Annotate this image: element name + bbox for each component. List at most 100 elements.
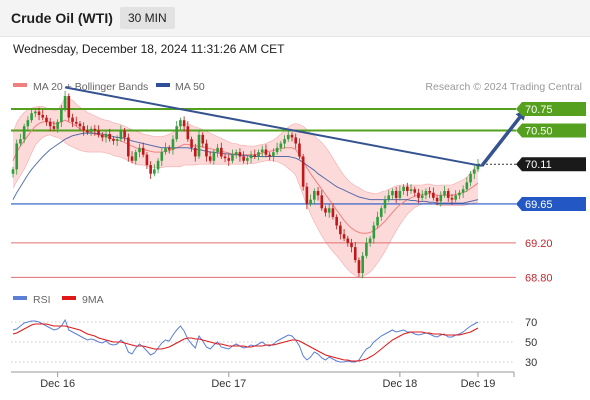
candle-body — [74, 121, 78, 124]
candle-body — [167, 147, 171, 150]
candle-body — [67, 96, 71, 118]
candle-body — [82, 126, 85, 131]
candle-body — [346, 238, 350, 243]
candle-body — [41, 115, 45, 118]
candle-body — [402, 186, 405, 191]
chart-credit: Research © 2024 Trading Central — [425, 81, 582, 93]
candle-body — [242, 156, 245, 161]
current-price-label: 70.11 — [525, 159, 552, 171]
candle-body — [309, 199, 312, 204]
legend-label-9ma: 9MA — [82, 294, 104, 306]
candle-body — [461, 189, 465, 193]
candle-body — [97, 130, 100, 135]
candle-body — [253, 154, 257, 157]
candle-body — [286, 134, 290, 140]
candle-body — [305, 186, 309, 204]
candle-body — [424, 191, 428, 196]
candle-body — [391, 191, 394, 196]
level-label-68.80: 68.80 — [525, 272, 553, 284]
candle-body — [145, 154, 149, 166]
candle-body — [458, 192, 461, 196]
candle-body — [279, 143, 283, 148]
candle-body — [387, 195, 391, 200]
candle-body — [231, 154, 234, 161]
rsi-line — [12, 318, 479, 363]
legend-swatch-rsi — [13, 296, 27, 300]
candle-body — [208, 156, 212, 161]
rsi-tick-70: 70 — [525, 317, 537, 329]
candle-body — [171, 139, 175, 150]
candle-body — [30, 113, 33, 121]
candle-body — [298, 143, 301, 157]
candle-body — [331, 208, 335, 217]
x-tick-label-Dec 18: Dec 18 — [382, 378, 417, 390]
candle-body — [130, 156, 134, 161]
candle-body — [149, 165, 152, 174]
candle-body — [383, 199, 387, 209]
candle-body — [141, 147, 145, 155]
candle-body — [201, 134, 205, 144]
x-tick-label-Dec 17: Dec 17 — [211, 378, 246, 390]
candle-body — [193, 147, 197, 157]
level-label-69.20: 69.20 — [525, 238, 553, 250]
x-tick-label-Dec 16: Dec 16 — [40, 378, 75, 390]
candle-body — [420, 195, 424, 198]
candle-body — [56, 121, 59, 129]
candle-body — [71, 117, 74, 122]
candle-body — [220, 147, 223, 157]
candle-body — [197, 134, 201, 157]
candle-body — [205, 143, 208, 157]
candle-body — [246, 158, 249, 161]
legend-label-ma50: MA 50 — [175, 81, 205, 93]
candle-body — [290, 134, 294, 138]
candle-body — [264, 149, 268, 155]
x-tick-label-Dec 19: Dec 19 — [461, 378, 496, 390]
candle-body — [335, 216, 338, 226]
candle-body — [249, 154, 253, 159]
candle-body — [313, 191, 316, 200]
candle-body — [134, 152, 138, 161]
candle-body — [275, 147, 279, 153]
candle-body — [190, 139, 193, 148]
candle-body — [379, 208, 383, 217]
candle-body — [357, 260, 361, 274]
candle-body — [432, 192, 435, 198]
legend-swatch-9ma — [62, 296, 76, 300]
candle-body — [454, 195, 457, 200]
candle-body — [327, 208, 331, 213]
candle-body — [428, 191, 431, 193]
candle-body — [63, 96, 67, 109]
candle-body — [212, 152, 216, 161]
candle-body — [409, 189, 413, 191]
candle-body — [301, 156, 305, 187]
candle-body — [368, 238, 372, 243]
candle-body — [238, 152, 242, 157]
candle-body — [435, 197, 439, 202]
candle-body — [216, 147, 219, 153]
candle-body — [37, 111, 41, 115]
candle-body — [22, 126, 26, 140]
candle-body — [89, 128, 93, 133]
candle-body — [398, 191, 402, 198]
candle-body — [93, 128, 97, 131]
candle-body — [179, 120, 182, 127]
candle-body — [78, 123, 82, 127]
rsi-tick-50: 50 — [525, 337, 537, 349]
candle-body — [439, 195, 443, 202]
candle-body — [100, 134, 104, 138]
candle-body — [417, 192, 420, 198]
candle-body — [15, 143, 19, 170]
candle-body — [272, 152, 275, 157]
candle-body — [234, 152, 238, 155]
candle-body — [127, 137, 130, 157]
candle-body — [324, 208, 327, 213]
candle-body — [182, 120, 186, 127]
candle-body — [376, 216, 379, 226]
price-chart: MA 20 + Bollinger Bands MA 50 Research © 2… — [11, 81, 586, 390]
level-label-69.65: 69.65 — [525, 199, 553, 211]
candle-body — [294, 137, 298, 144]
candle-body — [175, 126, 178, 140]
candle-body — [108, 134, 112, 140]
candle-body — [406, 186, 409, 191]
candle-body — [115, 139, 119, 141]
